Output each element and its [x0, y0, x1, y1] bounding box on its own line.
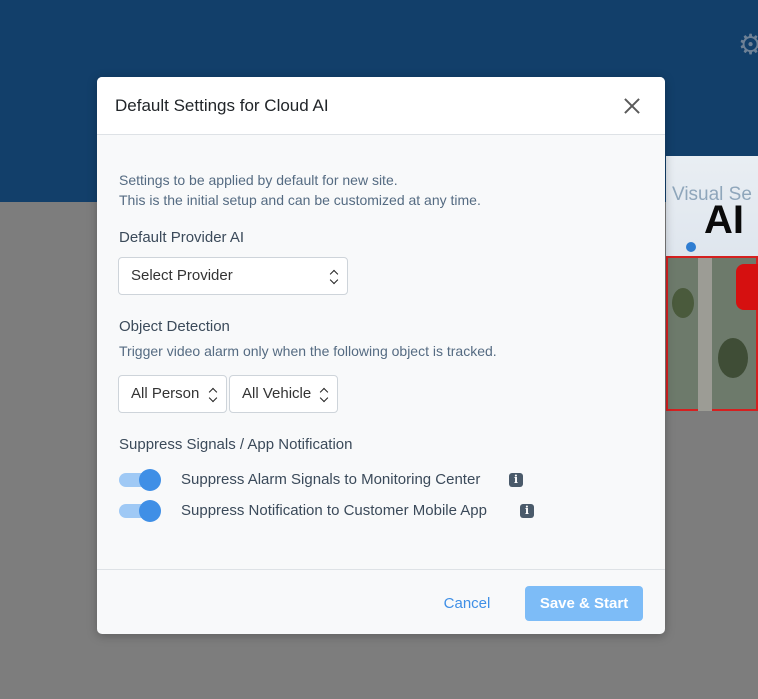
banner-image — [666, 256, 758, 411]
modal-header: Default Settings for Cloud AI — [97, 77, 665, 135]
suppress-alarm-label: Suppress Alarm Signals to Monitoring Cen… — [181, 471, 481, 488]
chevron-up-down-icon — [319, 386, 329, 404]
cancel-button[interactable]: Cancel — [427, 587, 507, 621]
ai-banner: Visual Se AI — [666, 156, 758, 411]
vehicle-select-value: All Vehicle — [242, 385, 312, 402]
info-icon[interactable]: i — [509, 473, 523, 487]
provider-select[interactable]: Select Provider — [118, 257, 348, 295]
close-icon[interactable] — [621, 95, 643, 117]
modal-intro: Settings to be applied by default for ne… — [119, 170, 481, 210]
chevron-up-down-icon — [208, 386, 218, 404]
banner-tree — [672, 288, 694, 318]
modal-title: Default Settings for Cloud AI — [115, 96, 329, 115]
toggle-knob — [139, 500, 161, 522]
person-select-value: All Person — [131, 385, 200, 402]
object-detection-label: Object Detection — [119, 318, 230, 335]
toggle-knob — [139, 469, 161, 491]
suppress-alarm-toggle[interactable] — [119, 469, 161, 491]
save-start-button[interactable]: Save & Start — [525, 586, 643, 621]
provider-select-value: Select Provider — [131, 267, 233, 284]
object-detection-description: Trigger video alarm only when the follow… — [119, 343, 497, 359]
default-settings-modal: Default Settings for Cloud AI Settings t… — [97, 77, 665, 634]
intro-line-2: This is the initial setup and can be cus… — [119, 192, 481, 208]
person-select[interactable]: All Person — [118, 375, 227, 413]
intro-line-1: Settings to be applied by default for ne… — [119, 172, 398, 188]
provider-label: Default Provider AI — [119, 229, 245, 246]
vehicle-select[interactable]: All Vehicle — [229, 375, 338, 413]
suppress-label: Suppress Signals / App Notification — [119, 436, 353, 453]
suppress-notification-label: Suppress Notification to Customer Mobile… — [181, 502, 487, 519]
info-icon[interactable]: i — [520, 504, 534, 518]
banner-title: AI — [704, 198, 744, 242]
modal-footer: Cancel Save & Start — [97, 569, 665, 634]
banner-road — [698, 258, 712, 411]
gear-icon[interactable]: ⚙ — [738, 30, 758, 60]
suppress-notification-toggle[interactable] — [119, 500, 161, 522]
chevron-up-down-icon — [329, 268, 339, 286]
banner-tree — [718, 338, 748, 378]
banner-highlight — [736, 264, 758, 310]
banner-decoration — [686, 242, 696, 252]
